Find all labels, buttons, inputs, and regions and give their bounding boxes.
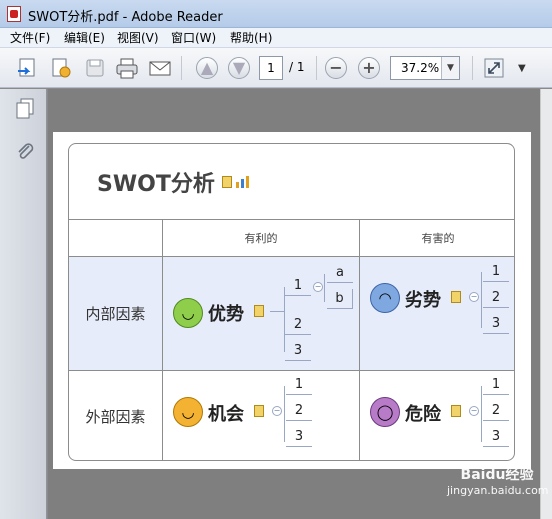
row-header-internal: 内部因素 — [69, 257, 163, 371]
branch-item: 3 — [286, 427, 312, 447]
pages-panel-button[interactable] — [14, 97, 36, 122]
note-icon — [254, 305, 264, 317]
branch-item: 1 — [286, 375, 312, 395]
weaknesses-label: 劣势 — [405, 290, 441, 311]
paperclip-icon — [18, 143, 34, 159]
envelope-icon — [149, 61, 171, 76]
fit-page-button[interactable] — [481, 56, 507, 80]
minus-icon: − — [325, 57, 347, 79]
attachments-panel-button[interactable] — [14, 140, 36, 165]
branch-line — [284, 386, 285, 442]
arrow-down-icon: ▼ — [228, 57, 250, 79]
zoom-select[interactable]: 37.2% ▼ — [390, 56, 460, 80]
header-favorable: 有利的 — [163, 220, 360, 257]
create-pdf-icon — [52, 58, 71, 78]
menu-edit[interactable]: 编辑(E) — [64, 30, 105, 46]
pages-icon — [16, 98, 34, 119]
zoom-value: 37.2% — [401, 61, 440, 75]
collapse-icon[interactable]: − — [469, 406, 479, 416]
corner-cell — [69, 220, 163, 257]
collapse-icon[interactable]: − — [272, 406, 282, 416]
menu-window[interactable]: 窗口(W) — [171, 30, 216, 46]
header-harmful: 有害的 — [360, 220, 514, 257]
watermark-brand: Baidu经验 — [460, 467, 534, 483]
note-icon — [451, 405, 461, 417]
branch-line — [481, 386, 482, 442]
crying-face-icon: ◠ — [370, 283, 400, 313]
branch-item: 1 — [285, 276, 311, 296]
toolbar-separator — [472, 56, 473, 80]
laughing-face-icon: ◡ — [173, 397, 203, 427]
save-icon — [86, 59, 104, 77]
menu-file[interactable]: 文件(F) — [10, 30, 50, 46]
collapse-icon[interactable]: − — [469, 292, 479, 302]
window-title: SWOT分析.pdf - Adobe Reader — [28, 10, 223, 25]
branch-line — [481, 272, 482, 328]
branch-item: 1 — [483, 375, 509, 395]
next-page-button[interactable]: ▼ — [226, 56, 252, 80]
collapse-icon[interactable]: − — [313, 282, 323, 292]
menu-view[interactable]: 视图(V) — [117, 30, 159, 46]
document-title: SWOT分析 — [97, 171, 215, 197]
expand-icon — [484, 58, 504, 78]
open-file-icon — [18, 58, 35, 77]
menu-help[interactable]: 帮助(H) — [230, 30, 272, 46]
scared-face-icon: ◯ — [370, 397, 400, 427]
chevron-down-icon: ▼ — [441, 57, 459, 79]
sub-branch-item: a — [327, 263, 353, 283]
swot-title-area: SWOT分析 — [69, 144, 514, 220]
open-file-button[interactable] — [14, 56, 40, 80]
create-pdf-button[interactable] — [48, 56, 74, 80]
branch-line — [270, 311, 284, 312]
branch-item: 3 — [285, 341, 311, 361]
strengths-label: 优势 — [208, 304, 244, 325]
watermark: Baidu经验 jingyan.baidu.com — [447, 464, 549, 497]
note-icon — [221, 175, 232, 188]
threats-label: 危险 — [405, 404, 441, 425]
row-header-external: 外部因素 — [69, 371, 163, 460]
plus-icon: + — [358, 57, 380, 79]
zoom-in-button[interactable]: + — [356, 56, 382, 80]
opportunities-label: 机会 — [208, 404, 244, 425]
branch-item: 2 — [483, 401, 509, 421]
page-total: / 1 — [289, 60, 305, 74]
branch-item: 3 — [483, 314, 509, 334]
toolbar-separator — [316, 56, 317, 80]
toolbar-separator — [181, 56, 182, 80]
vertical-scrollbar[interactable] — [540, 89, 552, 519]
zoom-out-button[interactable]: − — [323, 56, 349, 80]
branch-item: 1 — [483, 262, 509, 282]
email-button[interactable] — [147, 56, 173, 80]
branch-item: 2 — [483, 288, 509, 308]
note-icon — [451, 291, 461, 303]
print-button[interactable] — [114, 56, 140, 80]
menu-bar: 文件(F) 编辑(E) 视图(V) 窗口(W) 帮助(H) — [0, 28, 552, 48]
swot-table: SWOT分析 有利的 有害的 内部因素 外部因素 ◡ 优势 1 − a b 2 … — [68, 143, 515, 461]
chart-icon — [235, 175, 249, 188]
watermark-url: jingyan.baidu.com — [447, 484, 549, 497]
title-bar: SWOT分析.pdf - Adobe Reader — [0, 0, 552, 28]
save-button[interactable] — [82, 56, 108, 80]
page-number-input[interactable]: 1 — [259, 56, 283, 80]
branch-line — [324, 274, 325, 302]
sub-branch-item: b — [327, 289, 353, 309]
smile-icon: ◡ — [173, 298, 203, 328]
toolbar-options-icon[interactable]: ▼ — [518, 63, 526, 74]
branch-item: 3 — [483, 427, 509, 447]
arrow-up-icon: ▲ — [196, 57, 218, 79]
branch-item: 2 — [286, 401, 312, 421]
previous-page-button[interactable]: ▲ — [194, 56, 220, 80]
pdf-file-icon — [7, 6, 21, 22]
printer-icon — [116, 58, 138, 79]
note-icon — [254, 405, 264, 417]
branch-item: 2 — [285, 315, 311, 335]
